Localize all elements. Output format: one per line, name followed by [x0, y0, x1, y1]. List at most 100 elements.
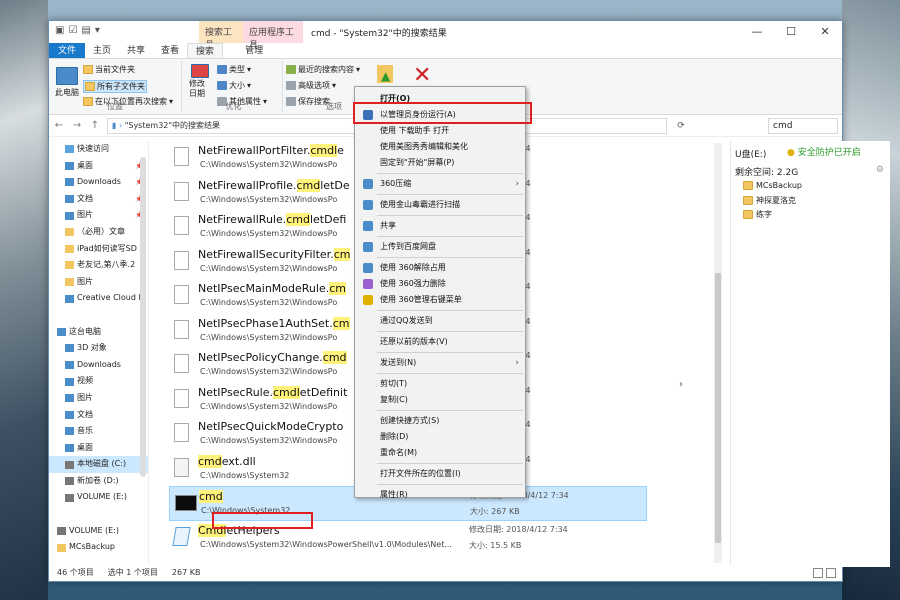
powershell-icon: [172, 526, 191, 546]
close-search-icon: ✕: [413, 63, 432, 88]
tab-file[interactable]: 文件: [49, 43, 85, 58]
nav-item[interactable]: 新加卷 (D:): [49, 473, 148, 490]
nav-item[interactable]: 图片: [49, 274, 148, 291]
current-folder-button[interactable]: 当前文件夹: [83, 64, 135, 75]
nav-item[interactable]: Downloads: [49, 357, 148, 374]
nav-item[interactable]: 音乐: [49, 423, 148, 440]
up-button[interactable]: ↑: [89, 120, 101, 131]
tab-search[interactable]: 搜索: [187, 43, 224, 58]
large-icons-view-icon[interactable]: [826, 568, 836, 578]
nav-item[interactable]: 老友记,第八季.2: [49, 257, 148, 274]
nav-item[interactable]: 视频: [49, 373, 148, 390]
computer-icon: [57, 327, 66, 336]
kind-button[interactable]: 类型 ▾: [217, 64, 251, 75]
menu-item[interactable]: 固定到"开始"屏幕(P): [355, 155, 525, 171]
menu-item[interactable]: 使用 360管理右键菜单: [355, 292, 525, 308]
nav-item[interactable]: Downloads📌: [49, 174, 148, 191]
back-button[interactable]: ←: [53, 120, 65, 131]
details-view-icon[interactable]: [813, 568, 823, 578]
tab-share[interactable]: 共享: [119, 43, 153, 58]
menu-item[interactable]: 通过QQ发送到: [355, 313, 525, 329]
nav-item[interactable]: 桌面: [49, 440, 148, 457]
menu-item[interactable]: 还原以前的版本(V): [355, 334, 525, 350]
menu-item[interactable]: 发送到(N) ›: [355, 355, 525, 371]
advanced-options-button[interactable]: 高级选项 ▾: [286, 80, 336, 91]
preview-item[interactable]: 练字: [743, 209, 772, 220]
document-icon: [174, 388, 189, 408]
download-icon: [65, 361, 74, 370]
video-icon: [65, 377, 74, 386]
close-button[interactable]: ✕: [808, 21, 842, 43]
scrollbar-thumb[interactable]: [715, 273, 721, 543]
size-button[interactable]: 大小 ▾: [217, 80, 251, 91]
share-icon: [363, 221, 373, 231]
menu-item[interactable]: 使用 下载助手 打开: [355, 123, 525, 139]
nav-item[interactable]: 桌面📌: [49, 158, 148, 175]
menu-item[interactable]: 复制(C): [355, 392, 525, 408]
search-input[interactable]: cmd: [768, 117, 838, 134]
file-path: C:\Windows\System32\WindowsPowerShell\v1…: [200, 539, 452, 549]
nav-item[interactable]: 快速访问: [49, 141, 148, 158]
forward-button[interactable]: →: [71, 120, 83, 131]
all-subfolders-button[interactable]: 所有子文件夹: [83, 80, 147, 93]
menu-item[interactable]: 重命名(M): [355, 445, 525, 461]
file-list-scrollbar[interactable]: [714, 143, 722, 563]
nav-item[interactable]: 图片: [49, 390, 148, 407]
menu-item[interactable]: 使用美图秀秀编辑和美化: [355, 139, 525, 155]
nav-item[interactable]: iPad如何读写SD: [49, 241, 148, 258]
nav-scrollbar[interactable]: [140, 157, 146, 477]
maximize-button[interactable]: ☐: [774, 21, 808, 43]
tab-view[interactable]: 查看: [153, 43, 187, 58]
new-folder-icon[interactable]: ▤: [81, 25, 90, 36]
nav-item[interactable]: VOLUME (E:): [49, 489, 148, 506]
preview-item[interactable]: 神探夏洛克: [743, 195, 796, 206]
menu-item[interactable]: 360压缩 ›: [355, 176, 525, 192]
nav-item[interactable]: 这台电脑: [49, 324, 148, 341]
nav-item[interactable]: 文档: [49, 407, 148, 424]
tab-manage[interactable]: 管理: [237, 43, 271, 58]
minimize-button[interactable]: —: [740, 21, 774, 43]
chevron-right-icon[interactable]: ›: [679, 379, 689, 395]
menu-item[interactable]: 删除(D): [355, 429, 525, 445]
gear-icon[interactable]: ⚙: [876, 165, 884, 175]
nav-item[interactable]: Creative Cloud F: [49, 290, 148, 307]
tab-home[interactable]: 主页: [85, 43, 119, 58]
menu-item[interactable]: 剪切(T): [355, 376, 525, 392]
title-bar[interactable]: ▣ ☑ ▤ ▾ 搜索工具 应用程序工具 cmd - "System32"中的搜索…: [49, 21, 842, 51]
menu-item[interactable]: 使用金山毒霸进行扫描: [355, 197, 525, 213]
cloud-icon: [65, 294, 74, 303]
nav-item[interactable]: 图片📌: [49, 207, 148, 224]
nav-item[interactable]: 本地磁盘 (C:): [49, 456, 148, 473]
document-icon: [174, 423, 189, 442]
nav-item[interactable]: 3D 对象: [49, 340, 148, 357]
menu-item[interactable]: 创建快捷方式(S): [355, 413, 525, 429]
properties-icon[interactable]: ☑: [68, 25, 77, 36]
folder-icon: [65, 261, 74, 270]
this-pc-button[interactable]: 此电脑: [55, 67, 79, 98]
menu-item[interactable]: 使用 360解除占用: [355, 260, 525, 276]
drive-icon: [65, 477, 74, 486]
chevron-down-icon[interactable]: ▾: [95, 25, 100, 36]
open-location-button[interactable]: ▲: [377, 65, 393, 83]
menu-item[interactable]: 共享: [355, 218, 525, 234]
menu-item[interactable]: 属性(R): [355, 487, 525, 503]
window-icon[interactable]: ▣: [55, 25, 64, 36]
folder-icon: ▮ ›: [112, 120, 125, 130]
menu-item[interactable]: 使用 360强力删除: [355, 276, 525, 292]
close-search-button[interactable]: ✕: [413, 63, 431, 88]
modified-date-button[interactable]: 修改日期: [189, 64, 211, 99]
nav-item[interactable]: MCsBackup: [49, 539, 148, 556]
recent-searches-button[interactable]: 最近的搜索内容 ▾: [286, 64, 360, 75]
preview-item[interactable]: MCsBackup: [743, 181, 802, 190]
menu-item[interactable]: 打开文件所在的位置(I): [355, 466, 525, 482]
nav-item[interactable]: VOLUME (E:): [49, 523, 148, 540]
menu-separator: [377, 373, 523, 374]
nav-item[interactable]: 文档📌: [49, 191, 148, 208]
nav-item[interactable]: （必用）文章: [49, 224, 148, 241]
folder-icon: [743, 196, 753, 205]
refresh-button[interactable]: ⟳: [673, 121, 689, 131]
download-icon: [65, 178, 74, 187]
document-icon: [174, 216, 189, 235]
menu-item[interactable]: 上传到百度网盘: [355, 239, 525, 255]
